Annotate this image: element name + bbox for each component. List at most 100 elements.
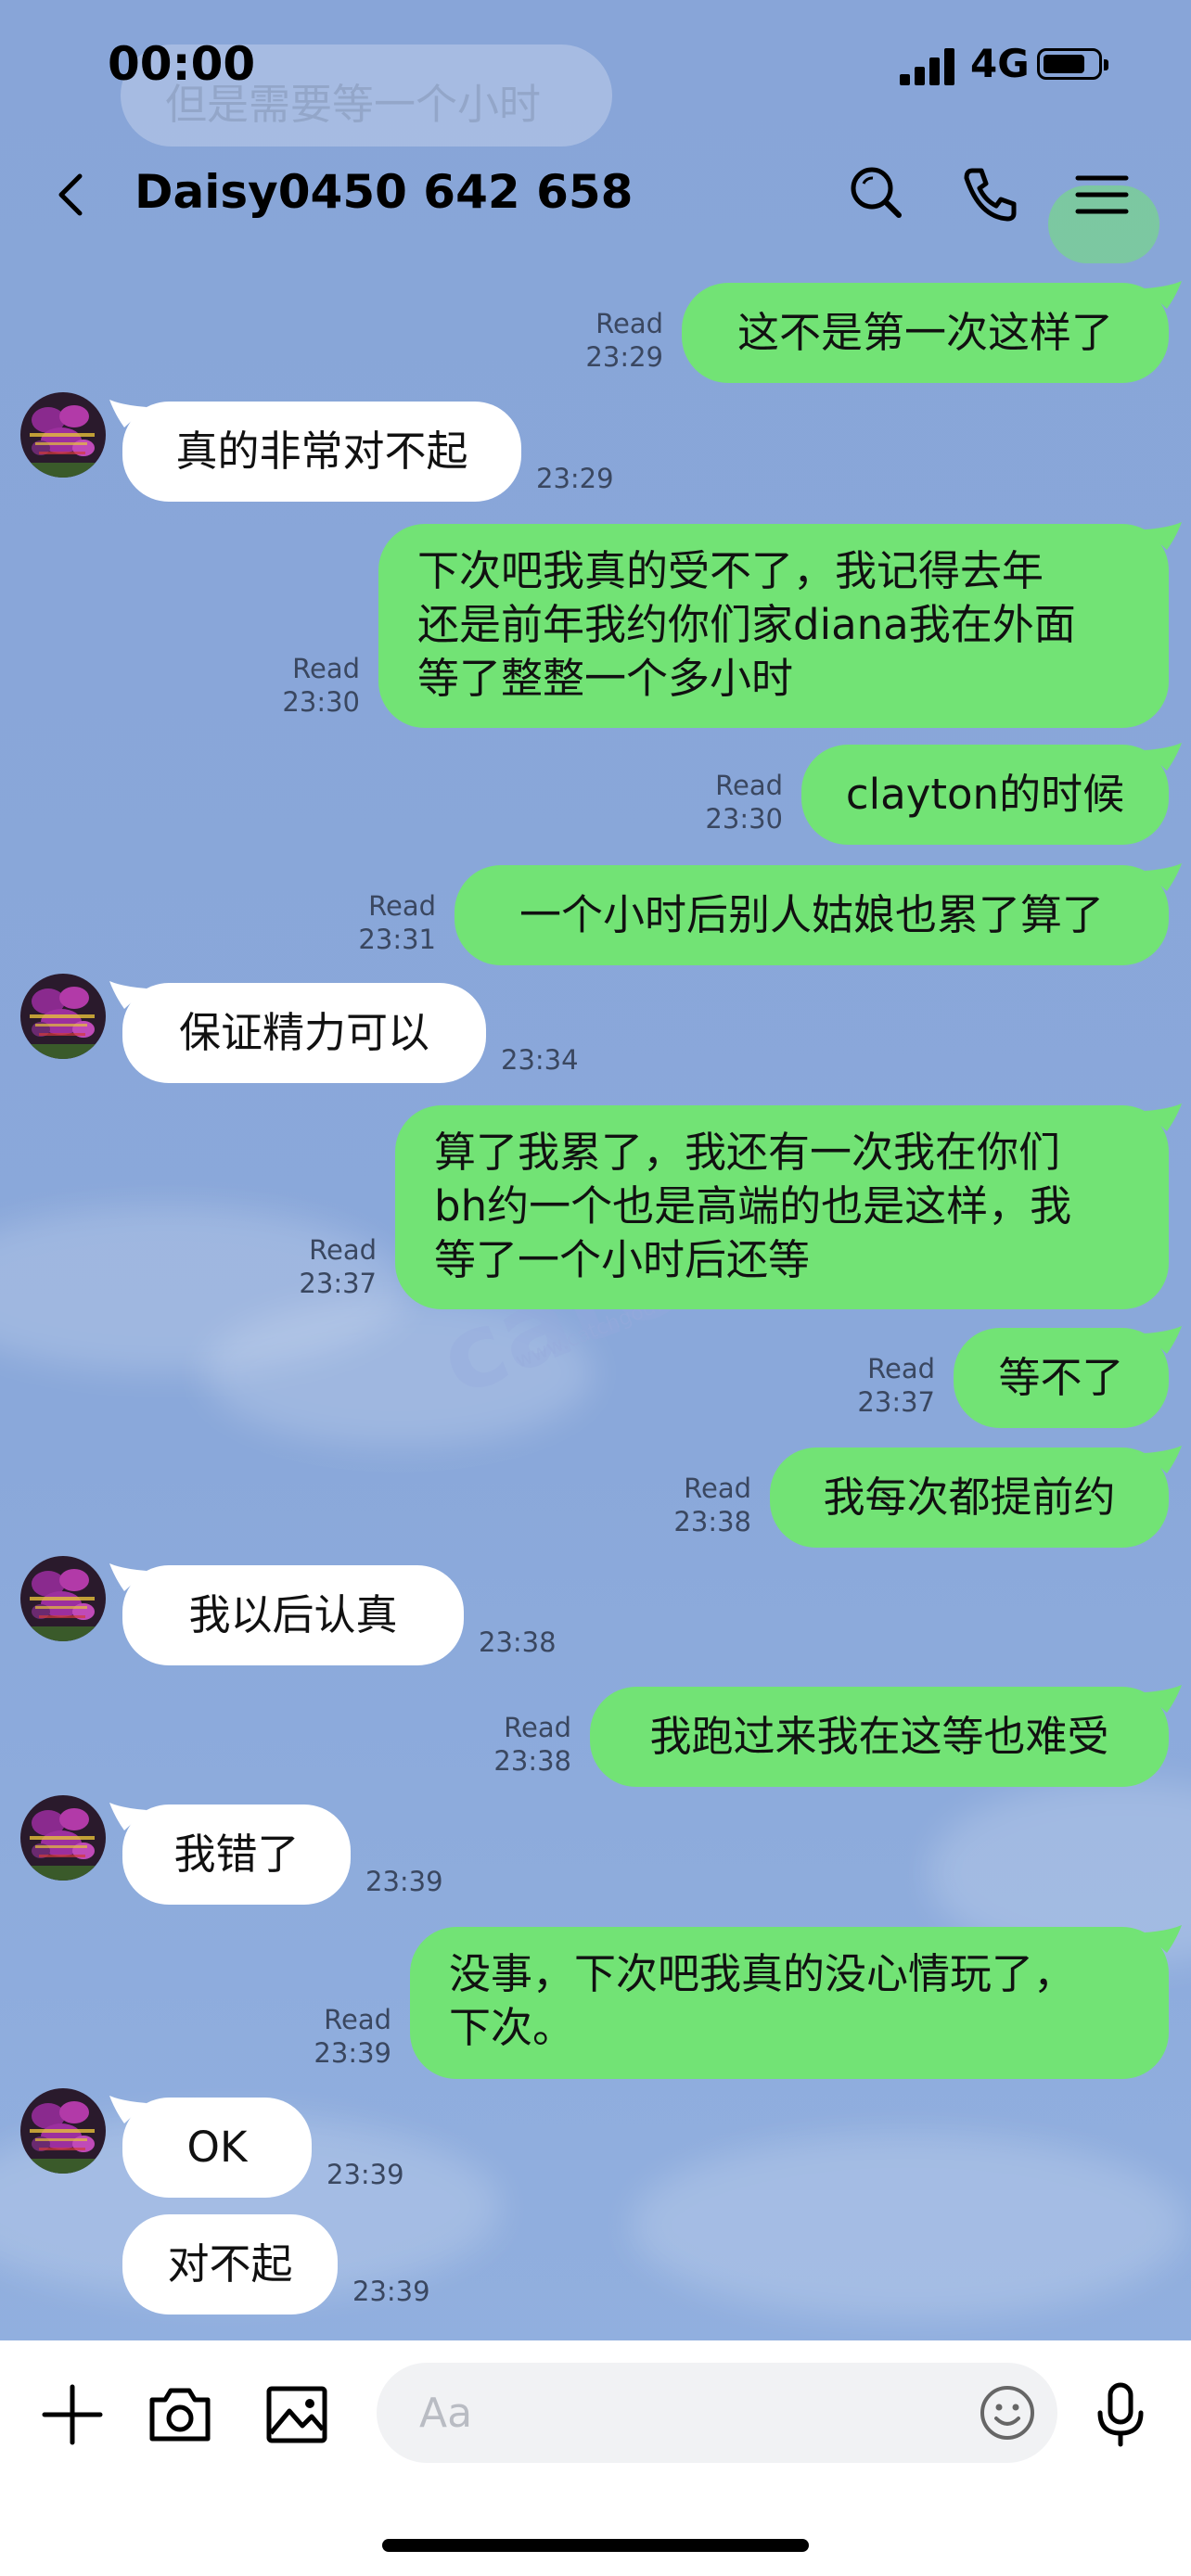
bubble-tail bbox=[1145, 1103, 1182, 1131]
message-text: 我以后认真 bbox=[188, 1590, 398, 1639]
status-bar: 00:00 4G bbox=[0, 0, 1191, 130]
bubble-tail bbox=[1145, 522, 1182, 550]
contact-avatar[interactable] bbox=[20, 974, 106, 1059]
message-timestamp: 23:30 bbox=[282, 686, 360, 718]
read-receipt: Read bbox=[504, 1712, 571, 1743]
search-icon[interactable] bbox=[839, 158, 914, 232]
message-text-line: 没事，下次吧我真的没心情玩了， bbox=[449, 1949, 1076, 1998]
outgoing-message-bubble[interactable]: 等不了 bbox=[954, 1326, 1182, 1428]
message-timestamp: 23:31 bbox=[358, 924, 436, 955]
message-text: 保证精力可以 bbox=[178, 1008, 429, 1057]
message-timestamp: 23:38 bbox=[673, 1506, 751, 1537]
message-text: 我跑过来我在这等也难受 bbox=[649, 1712, 1109, 1761]
status-time: 00:00 bbox=[108, 37, 256, 91]
message-timestamp: 23:37 bbox=[857, 1386, 935, 1418]
message-text-line: 下次吧我真的受不了，我记得去年 bbox=[417, 546, 1044, 595]
signal-icon bbox=[900, 46, 959, 85]
bubble-tail bbox=[1145, 743, 1182, 771]
outgoing-message-bubble[interactable]: 一个小时后别人姑娘也累了算了 bbox=[455, 863, 1182, 965]
menu-icon[interactable] bbox=[1065, 158, 1139, 232]
message-status: Read 23:30 bbox=[690, 769, 783, 835]
message-status: Read 23:38 bbox=[659, 1472, 751, 1538]
message-timestamp: 23:38 bbox=[493, 1745, 571, 1777]
bubble-tail bbox=[109, 1803, 147, 1830]
bubble-tail bbox=[109, 981, 147, 1009]
outgoing-message-bubble[interactable]: clayton的时候 bbox=[801, 743, 1182, 845]
message-status: Read 23:30 bbox=[267, 652, 360, 719]
message-input[interactable] bbox=[377, 2363, 1057, 2463]
incoming-message-bubble[interactable]: 真的非常对不起 bbox=[109, 400, 521, 502]
bubble-tail bbox=[1145, 1446, 1182, 1473]
contact-avatar[interactable] bbox=[20, 2088, 106, 2174]
bubble-tail bbox=[1145, 1685, 1182, 1713]
bubble-tail bbox=[1145, 863, 1182, 891]
outgoing-message-bubble[interactable]: 没事，下次吧我真的没心情玩了， 下次。 bbox=[410, 1925, 1182, 2079]
message-text: 真的非常对不起 bbox=[175, 427, 468, 476]
bubble-tail bbox=[1145, 1326, 1182, 1354]
message-status: Read 23:37 bbox=[842, 1352, 935, 1419]
bubble-tail bbox=[109, 1563, 147, 1591]
read-receipt: Read bbox=[715, 770, 783, 801]
read-receipt: Read bbox=[684, 1473, 751, 1504]
read-receipt: Read bbox=[596, 308, 663, 339]
message-status: Read 23:29 bbox=[570, 307, 663, 374]
message-text: 我错了 bbox=[173, 1830, 300, 1879]
chevron-left-icon[interactable] bbox=[46, 167, 102, 223]
message-timestamp: 23:34 bbox=[501, 1044, 579, 1076]
outgoing-message-bubble[interactable]: 算了我累了，我还有一次我在你们 bh约一个也是高端的也是这样，我 等了一个小时后还等 bbox=[395, 1103, 1182, 1309]
message-status: Read 23:31 bbox=[343, 889, 436, 956]
contact-avatar[interactable] bbox=[20, 1556, 106, 1641]
chat-screen: 但是需要等一个小时 00:00 4G Daisy0450 642 658 cat… bbox=[0, 0, 1191, 2576]
read-receipt: Read bbox=[292, 653, 360, 684]
read-receipt: Read bbox=[309, 1234, 377, 1266]
cloud-decoration bbox=[631, 2133, 1187, 2318]
message-text-line: 还是前年我约你们家diana我在外面 bbox=[417, 600, 1076, 649]
message-text-line: 等了一个小时后还等 bbox=[434, 1235, 811, 1284]
emoji-icon[interactable] bbox=[976, 2381, 1039, 2444]
message-status: Read 23:38 bbox=[479, 1711, 571, 1778]
message-text: clayton的时候 bbox=[845, 770, 1125, 819]
message-timestamp: 23:38 bbox=[479, 1626, 557, 1658]
message-timestamp: 23:37 bbox=[299, 1268, 377, 1299]
message-timestamp: 23:39 bbox=[365, 1866, 443, 1897]
read-receipt: Read bbox=[368, 890, 436, 922]
incoming-message-bubble[interactable]: OK bbox=[109, 2096, 312, 2198]
message-text: OK bbox=[186, 2123, 248, 2172]
incoming-message-bubble[interactable]: 我错了 bbox=[109, 1803, 351, 1905]
chat-header: Daisy0450 642 658 bbox=[0, 148, 1191, 241]
outgoing-message-bubble[interactable]: 我每次都提前约 bbox=[770, 1446, 1182, 1548]
outgoing-message-bubble[interactable]: 下次吧我真的受不了，我记得去年 还是前年我约你们家diana我在外面 等了整整一个多… bbox=[378, 522, 1182, 728]
chat-title[interactable]: Daisy0450 642 658 bbox=[134, 165, 633, 219]
battery-icon bbox=[1037, 48, 1108, 80]
bubble-tail bbox=[109, 400, 147, 427]
contact-avatar[interactable] bbox=[20, 1795, 106, 1881]
message-text-line: bh约一个也是高端的也是这样，我 bbox=[434, 1181, 1072, 1231]
message-text-line: 下次。 bbox=[449, 2003, 575, 2052]
image-icon[interactable] bbox=[260, 2378, 334, 2452]
message-timestamp: 23:29 bbox=[585, 341, 663, 373]
incoming-message-bubble[interactable]: 对不起 bbox=[122, 2214, 338, 2315]
bubble-tail bbox=[109, 2096, 147, 2123]
message-timestamp: 23:29 bbox=[536, 463, 614, 494]
microphone-icon[interactable] bbox=[1083, 2378, 1158, 2452]
outgoing-message-bubble[interactable]: 我跑过来我在这等也难受 bbox=[590, 1685, 1182, 1787]
phone-icon[interactable] bbox=[952, 158, 1026, 232]
message-timestamp: 23:39 bbox=[352, 2276, 430, 2307]
message-timestamp: 23:39 bbox=[327, 2159, 404, 2190]
message-text: 等不了 bbox=[998, 1353, 1124, 1402]
outgoing-message-bubble[interactable]: 这不是第一次这样了 bbox=[682, 281, 1182, 383]
contact-avatar[interactable] bbox=[20, 392, 106, 478]
message-timestamp: 23:30 bbox=[705, 803, 783, 835]
incoming-message-bubble[interactable]: 保证精力可以 bbox=[109, 981, 486, 1083]
camera-icon[interactable] bbox=[143, 2378, 217, 2452]
read-receipt: Read bbox=[867, 1353, 935, 1384]
bubble-tail bbox=[1145, 281, 1182, 309]
network-type: 4G bbox=[970, 41, 1030, 86]
message-text-line: 等了整整一个多小时 bbox=[417, 654, 794, 703]
incoming-message-bubble[interactable]: 我以后认真 bbox=[109, 1563, 464, 1665]
message-text-line: 算了我累了，我还有一次我在你们 bbox=[434, 1128, 1061, 1177]
message-timestamp: 23:39 bbox=[314, 2037, 391, 2069]
plus-icon[interactable] bbox=[35, 2378, 109, 2452]
message-text: 这不是第一次这样了 bbox=[736, 308, 1113, 357]
message-status: Read 23:37 bbox=[284, 1233, 377, 1300]
